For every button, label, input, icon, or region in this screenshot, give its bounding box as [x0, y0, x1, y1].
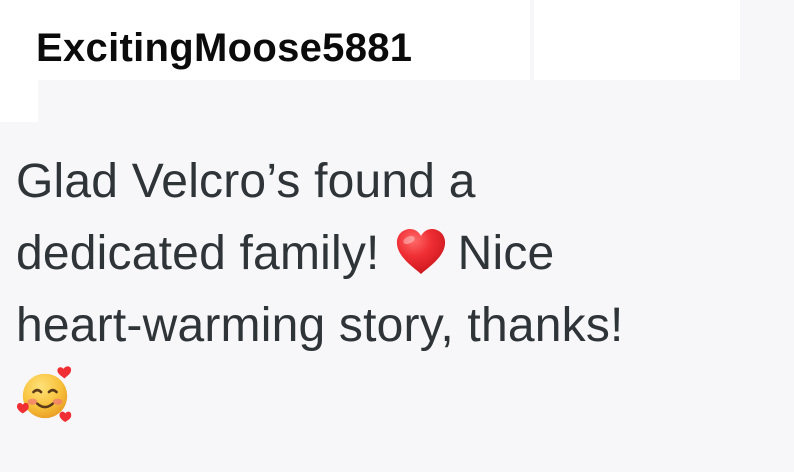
smiling-face-with-hearts-icon: [16, 366, 72, 423]
comment-line-2: dedicated family! Nice: [16, 218, 786, 290]
comment-line-2-start: dedicated family!: [16, 227, 380, 280]
comment-line-2-end: Nice: [457, 227, 555, 280]
comment-body: Glad Velcro’s found a dedicated family! …: [16, 146, 786, 434]
comment-line-4: [16, 362, 786, 434]
red-heart-icon: [396, 229, 445, 274]
comment-line-3: heart-warming story, thanks!: [16, 299, 624, 352]
comment-line-1: Glad Velcro’s found a: [16, 155, 476, 208]
header-background-right: [534, 0, 740, 80]
comment-author[interactable]: ExcitingMoose5881: [36, 22, 412, 74]
